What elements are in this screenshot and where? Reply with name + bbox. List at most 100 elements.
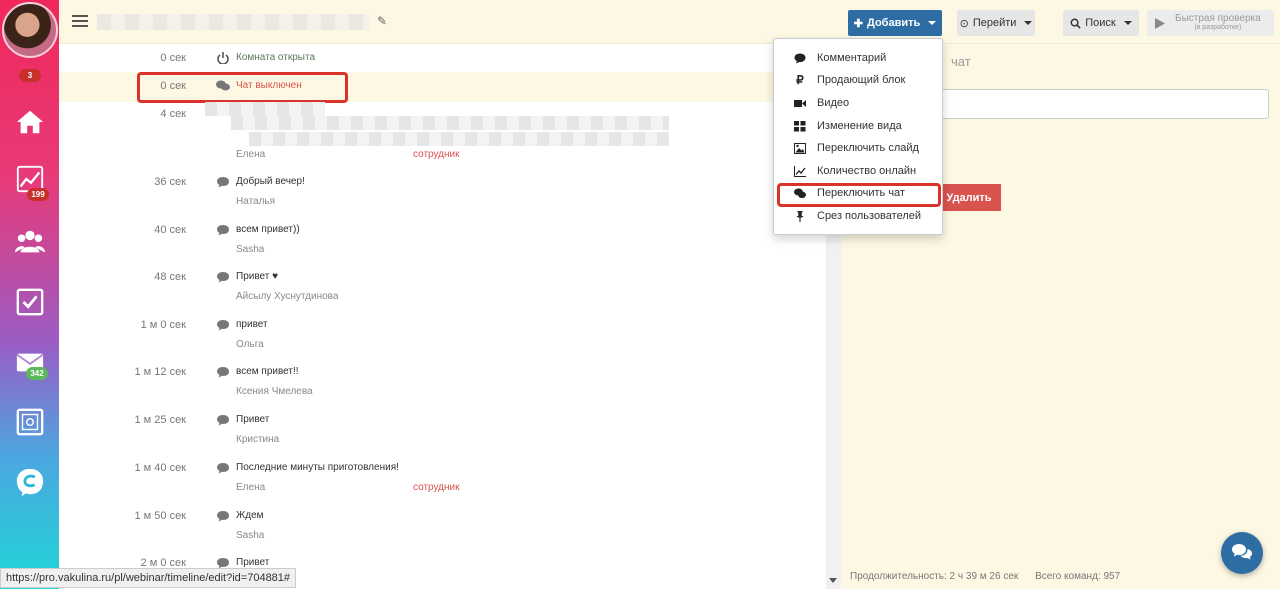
home-icon[interactable] [14, 106, 46, 138]
row-role: сотрудник [413, 149, 460, 160]
user-avatar[interactable] [2, 2, 58, 58]
chat-icon [217, 367, 229, 378]
row-message: Ждем [236, 510, 264, 521]
safe-icon[interactable] [14, 406, 46, 438]
goto-button[interactable]: ⊙ Перейти [957, 10, 1035, 36]
plus-icon: ✚ [853, 17, 863, 30]
row-time: 1 м 50 сек [134, 510, 186, 522]
clock-icon: ⊙ [959, 17, 969, 30]
comment-icon [794, 53, 806, 63]
row-time: 4 сек [160, 108, 186, 120]
menu-item-online-count[interactable]: Количество онлайн [774, 161, 942, 181]
play-icon [1155, 17, 1165, 29]
add-button[interactable]: ✚ Добавить [848, 10, 942, 36]
panel-input[interactable] [937, 89, 1269, 119]
pencil-icon[interactable]: ✎ [377, 14, 387, 28]
row-message: всем привет)) [236, 224, 300, 235]
line-chart-icon [794, 165, 806, 177]
row-time: 36 сек [154, 176, 186, 188]
row-message: Комната открыта [236, 52, 316, 63]
quick-check-label: Быстрая проверка [1175, 13, 1261, 24]
c-icon[interactable] [14, 466, 46, 498]
search-icon [1070, 18, 1081, 29]
row-time: 40 сек [154, 224, 186, 236]
row-message: Привет [236, 557, 270, 568]
row-author: Елена [236, 482, 266, 493]
menu-item-label: Количество онлайн [817, 165, 917, 177]
highlight-frame [137, 72, 348, 103]
row-time: 1 м 0 сек [140, 319, 186, 331]
stats-badge: 199 [27, 188, 49, 201]
quick-check-sublabel: (в разработке) [1194, 24, 1242, 31]
blurred-message [205, 102, 325, 116]
add-dropdown-menu: Комментарий ₽ Продающий блок Видео Измен… [773, 38, 943, 235]
panel-title: чат [951, 54, 971, 69]
row-message: Добрый вечер! [236, 176, 305, 187]
menu-icon[interactable] [72, 15, 88, 27]
checkbox-icon[interactable] [14, 286, 46, 318]
grid-icon [794, 120, 806, 131]
webinar-stats: Продолжительность: 2 ч 39 м 26 сек Всего… [850, 571, 1120, 582]
chat-icon [217, 463, 229, 474]
chat-widget-button[interactable] [1221, 532, 1263, 574]
goto-button-label: Перейти [972, 17, 1017, 29]
scroll-down-arrow-icon[interactable] [829, 578, 837, 583]
search-button-label: Поиск [1085, 17, 1116, 29]
row-time: 1 м 12 сек [134, 366, 186, 378]
quick-check-button[interactable]: Быстрая проверка (в разработке) [1147, 10, 1274, 36]
chat-icon [217, 511, 229, 522]
row-author: Ольга [236, 339, 264, 350]
notifications-badge: 3 [19, 69, 41, 82]
total-commands-text: Всего команд: 957 [1035, 571, 1121, 582]
row-time: 0 сек [160, 52, 186, 64]
caret-down-icon [928, 21, 937, 25]
row-message: Привет ♥ [236, 271, 279, 282]
chat-icon [217, 272, 229, 283]
row-role: сотрудник [413, 482, 460, 493]
menu-item-users-slice[interactable]: Срез пользователей [774, 206, 942, 226]
menu-item-label: Комментарий [817, 52, 887, 64]
video-icon [794, 99, 806, 107]
row-author: Sasha [236, 530, 265, 541]
ruble-icon: ₽ [796, 73, 804, 87]
power-icon [217, 52, 229, 64]
row-author: Ксения Чмелева [236, 386, 313, 397]
caret-down-icon [1123, 21, 1132, 25]
search-button[interactable]: Поиск [1063, 10, 1139, 36]
duration-text: Продолжительность: 2 ч 39 м 26 сек [850, 571, 1019, 582]
row-message: Привет [236, 414, 270, 425]
delete-button[interactable]: Удалить [937, 184, 1001, 211]
menu-item-label: Видео [817, 97, 850, 109]
blurred-message [249, 132, 669, 146]
row-time: 48 сек [154, 271, 186, 283]
top-bar: ✎ ✚ Добавить ⊙ Перейти Поиск Быстрая про… [59, 0, 1280, 44]
users-icon[interactable] [14, 226, 46, 258]
row-author: Айсылу Хуснутдинова [236, 291, 339, 302]
menu-item-label: Срез пользователей [817, 210, 922, 222]
menu-item-label: Продающий блок [817, 74, 906, 86]
row-message: всем привет!! [236, 366, 299, 377]
chat-icon [217, 177, 229, 188]
menu-item-layout[interactable]: Изменение вида [774, 116, 942, 136]
menu-item-label: Переключить слайд [817, 142, 919, 154]
row-message: привет [236, 319, 268, 330]
chat-icon [217, 415, 229, 426]
row-time: 1 м 25 сек [134, 414, 186, 426]
row-author: Наталья [236, 196, 276, 207]
row-author: Sasha [236, 244, 265, 255]
menu-item-selling-block[interactable]: ₽ Продающий блок [774, 70, 942, 90]
timeline-list: 0 сек Комната открыта 0 сек Чат выключен… [59, 44, 826, 589]
menu-item-video[interactable]: Видео [774, 93, 942, 113]
row-message: Последние минуты приготовления! [236, 462, 399, 473]
menu-item-switch-slide[interactable]: Переключить слайд [774, 138, 942, 158]
chat-bubbles-icon [1232, 544, 1252, 560]
chat-icon [217, 320, 229, 331]
add-button-label: Добавить [866, 17, 921, 29]
blurred-message [231, 116, 669, 130]
image-icon [794, 142, 806, 154]
pin-icon [796, 210, 804, 222]
row-author: Елена [236, 149, 266, 160]
chat-icon [217, 225, 229, 236]
menu-item-comment[interactable]: Комментарий [774, 48, 942, 68]
menu-item-label: Изменение вида [817, 120, 902, 132]
